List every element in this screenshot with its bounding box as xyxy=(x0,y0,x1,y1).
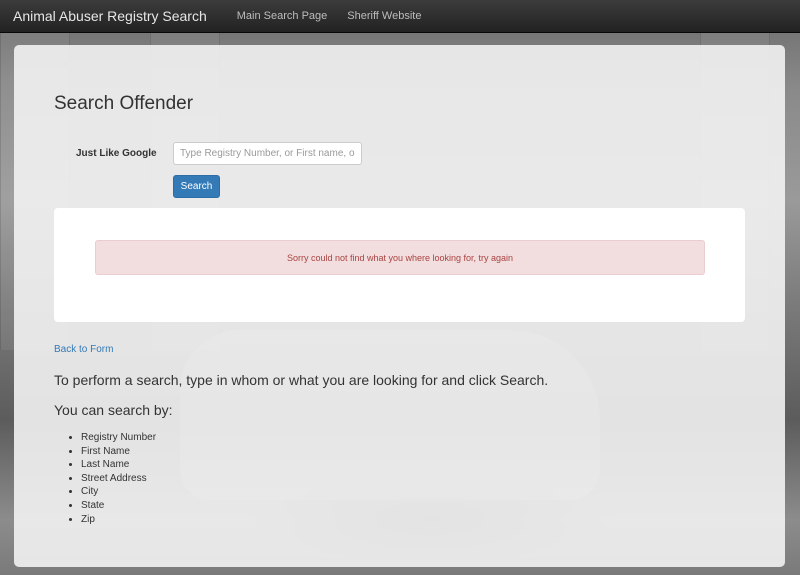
list-item: Registry Number xyxy=(81,431,156,445)
results-container: Sorry could not find what you where look… xyxy=(54,208,745,322)
back-to-form-link[interactable]: Back to Form xyxy=(54,344,113,355)
top-navbar: Animal Abuser Registry Search Main Searc… xyxy=(0,0,800,33)
search-criteria-list: Registry Number First Name Last Name Str… xyxy=(81,431,156,526)
nav-link-sheriff-website[interactable]: Sheriff Website xyxy=(337,10,431,22)
search-instructions: To perform a search, type in whom or wha… xyxy=(54,372,549,388)
list-item: Zip xyxy=(81,513,156,527)
list-item: First Name xyxy=(81,445,156,459)
navbar-brand[interactable]: Animal Abuser Registry Search xyxy=(0,8,227,24)
search-by-heading: You can search by: xyxy=(54,402,173,418)
page-title: Search Offender xyxy=(54,93,194,114)
list-item: Street Address xyxy=(81,472,156,486)
main-panel: Search Offender Just Like Google Search … xyxy=(14,45,785,567)
search-button[interactable]: Search xyxy=(173,175,220,198)
no-results-alert: Sorry could not find what you where look… xyxy=(95,240,705,275)
search-label: Just Like Google xyxy=(76,148,157,159)
list-item: Last Name xyxy=(81,458,156,472)
list-item: State xyxy=(81,499,156,513)
nav-link-main-search[interactable]: Main Search Page xyxy=(227,10,338,22)
search-input[interactable] xyxy=(173,142,362,165)
list-item: City xyxy=(81,485,156,499)
